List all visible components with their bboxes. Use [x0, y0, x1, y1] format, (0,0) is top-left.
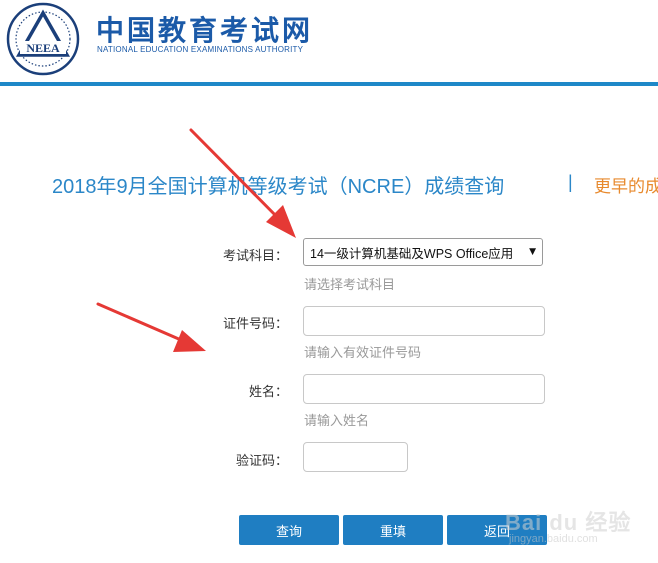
- name-input[interactable]: [303, 374, 545, 404]
- title-separator: |: [568, 172, 573, 192]
- id-number-label: 证件号码：: [222, 317, 288, 332]
- name-label: 姓名：: [248, 385, 288, 400]
- id-number-input[interactable]: [303, 306, 545, 336]
- query-button[interactable]: 查询: [239, 515, 339, 545]
- brand-name-cn: 中国教育考试网: [96, 14, 314, 47]
- subject-hint: 请选择考试科目: [304, 278, 396, 293]
- name-hint: 请输入姓名: [304, 414, 370, 429]
- reset-button[interactable]: 重填: [343, 515, 443, 545]
- neea-logo-icon[interactable]: NEEA: [6, 2, 80, 76]
- subject-selected-value: 14一级计算机基础及WPS Office应用: [310, 246, 514, 261]
- header-divider: [0, 82, 658, 86]
- captcha-label: 验证码：: [235, 454, 288, 469]
- subject-select[interactable]: 14一级计算机基础及WPS Office应用 ▼: [303, 238, 543, 266]
- back-button[interactable]: 返回: [447, 515, 547, 545]
- site-header: NEEA 中国教育考试网 NATIONAL EDUCATION EXAMINAT…: [0, 0, 658, 82]
- earlier-results-link[interactable]: 更早的成: [594, 172, 658, 197]
- page-title: 2018年9月全国计算机等级考试（NCRE）成绩查询: [52, 176, 505, 198]
- id-number-hint: 请输入有效证件号码: [304, 346, 422, 361]
- logo-text: NEEA: [26, 41, 60, 55]
- subject-label: 考试科目：: [222, 249, 288, 264]
- caret-down-icon: ▼: [529, 247, 536, 257]
- brand-name-en: NATIONAL EDUCATION EXAMINATIONS AUTHORIT…: [97, 45, 304, 54]
- captcha-input[interactable]: [303, 442, 408, 472]
